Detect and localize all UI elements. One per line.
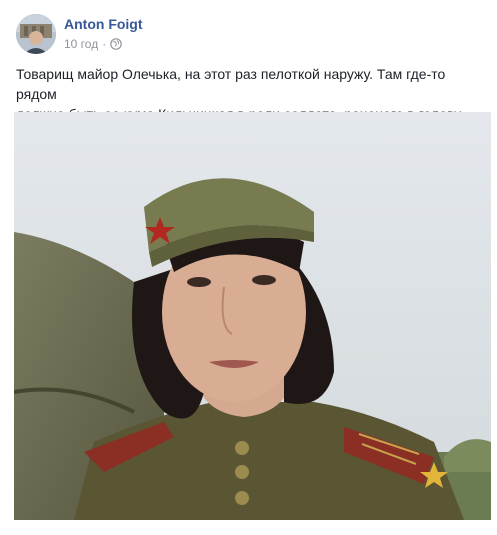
feed-post: Anton Foigt 10 год · Товарищ майор Олечь… bbox=[0, 0, 497, 535]
post-meta: 10 год · bbox=[64, 37, 123, 51]
post-timestamp[interactable]: 10 год bbox=[64, 37, 98, 51]
author-avatar[interactable] bbox=[16, 14, 56, 54]
meta-separator: · bbox=[102, 37, 107, 51]
author-name-link[interactable]: Anton Foigt bbox=[64, 16, 143, 32]
post-photo[interactable] bbox=[14, 112, 491, 520]
post-header: Anton Foigt 10 год · bbox=[16, 12, 476, 56]
post-message-line-1: Товарищ майор Олечька, на этот раз пелот… bbox=[16, 66, 446, 102]
globe-icon[interactable] bbox=[110, 38, 123, 50]
